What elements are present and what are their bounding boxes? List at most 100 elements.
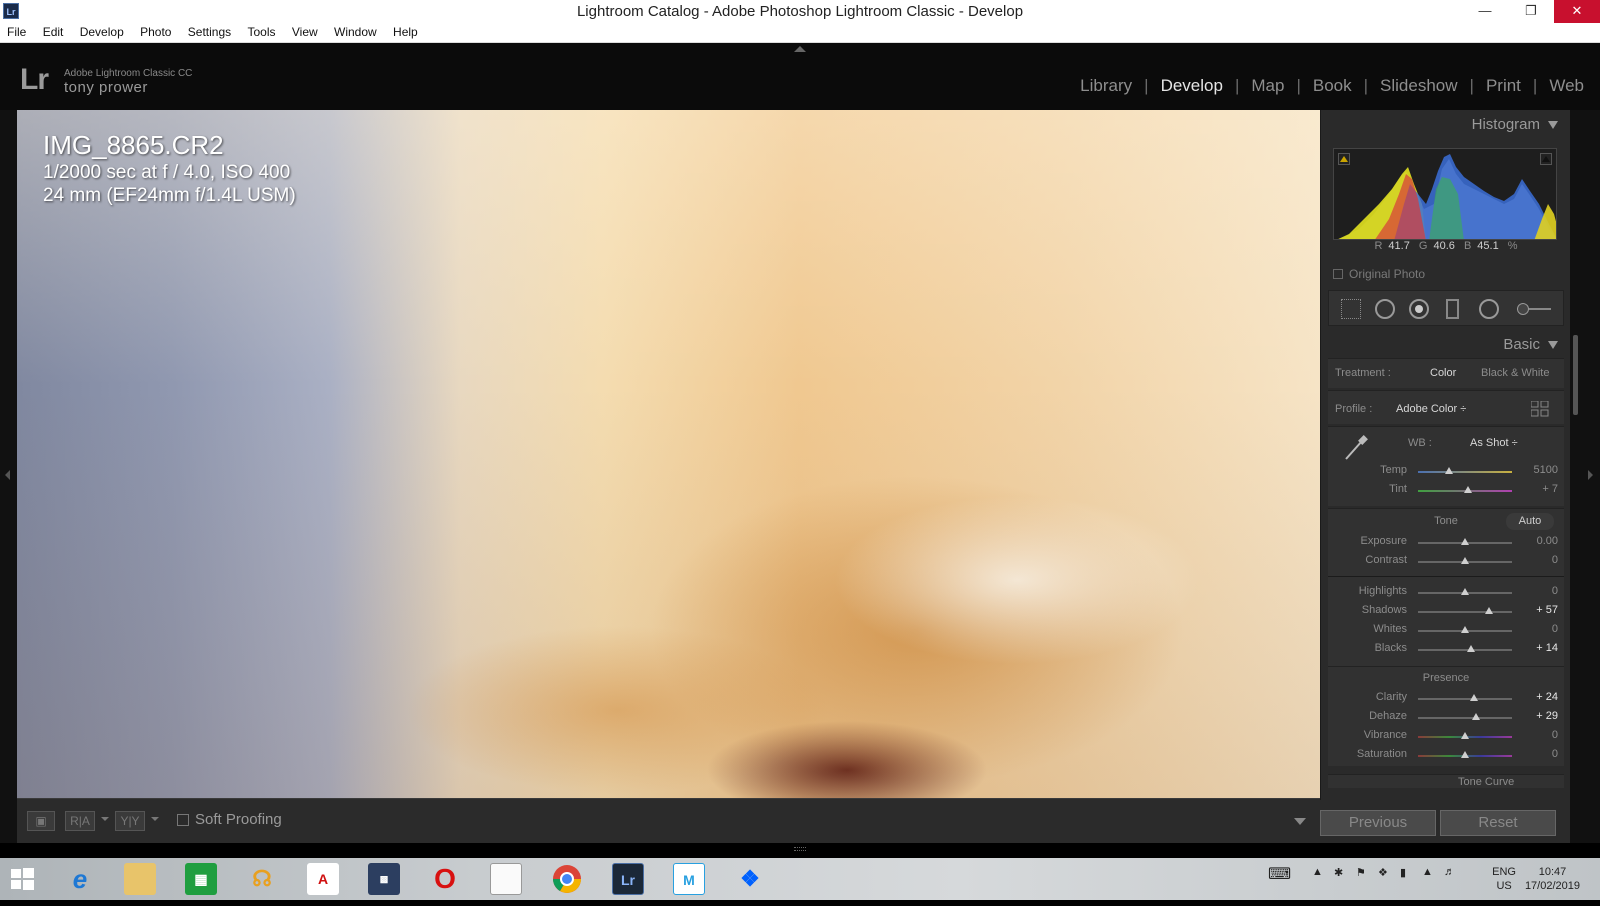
module-book[interactable]: Book — [1313, 76, 1352, 96]
close-icon[interactable]: ✕ — [1554, 0, 1600, 23]
battery-icon[interactable]: ▮ — [1400, 866, 1406, 879]
clarity-thumb[interactable] — [1470, 694, 1479, 701]
dropbox-icon[interactable]: ❖ — [734, 863, 766, 895]
exposure-thumb[interactable] — [1461, 538, 1469, 545]
blacks-thumb[interactable] — [1466, 645, 1475, 652]
adjustment-brush-icon[interactable] — [1517, 303, 1551, 315]
restore-icon[interactable]: ❐ — [1508, 0, 1554, 23]
temp-thumb[interactable] — [1445, 467, 1454, 474]
blacks-slider[interactable]: Blacks + 14 — [1328, 640, 1564, 659]
contrast-slider[interactable]: Contrast 0 — [1328, 552, 1564, 571]
module-web[interactable]: Web — [1549, 76, 1584, 96]
adobe-icon[interactable]: A — [307, 863, 339, 895]
photo-canvas[interactable]: IMG_8865.CR2 1/2000 sec at f / 4.0, ISO … — [17, 110, 1320, 798]
vibrance-thumb[interactable] — [1461, 732, 1469, 739]
profile-browser-icon[interactable] — [1530, 400, 1549, 417]
vibrance-value[interactable]: 0 — [1518, 729, 1558, 741]
shadows-slider[interactable]: Shadows + 57 — [1328, 602, 1564, 621]
shadows-value[interactable]: + 57 — [1518, 604, 1558, 616]
graduated-filter-icon[interactable] — [1446, 299, 1459, 319]
shadow-clipping-icon[interactable] — [1338, 153, 1350, 165]
whites-value[interactable]: 0 — [1518, 623, 1558, 635]
whites-thumb[interactable] — [1461, 626, 1469, 633]
crop-tool-icon[interactable] — [1341, 299, 1361, 319]
dehaze-value[interactable]: + 29 — [1518, 710, 1558, 722]
loupe-view-icon[interactable]: ▣ — [27, 811, 55, 831]
volume-icon[interactable]: ♬ — [1444, 866, 1455, 878]
document-icon[interactable] — [490, 863, 522, 895]
dehaze-slider[interactable]: Dehaze + 29 — [1328, 708, 1564, 727]
previous-button[interactable]: Previous — [1320, 810, 1436, 836]
tint-thumb[interactable] — [1463, 486, 1472, 493]
before-after-icon[interactable]: R|A — [65, 811, 95, 831]
treatment-bw-option[interactable]: Black & White — [1481, 367, 1549, 379]
file-explorer-icon[interactable] — [124, 863, 156, 895]
module-library[interactable]: Library — [1080, 76, 1132, 96]
action-center-flag-icon[interactable]: ⚑ — [1356, 866, 1366, 879]
highlights-thumb[interactable] — [1461, 588, 1469, 595]
histogram-header[interactable]: Histogram — [1472, 116, 1558, 133]
chrome-icon[interactable] — [551, 863, 583, 895]
soft-proofing-checkbox[interactable] — [177, 814, 189, 826]
dehaze-track[interactable] — [1418, 717, 1512, 719]
original-photo-toggle[interactable]: Original Photo — [1333, 267, 1425, 281]
left-panel-collapsed[interactable] — [0, 110, 17, 843]
headphones-app-icon[interactable]: ☊ — [246, 863, 278, 895]
temp-value[interactable]: 5100 — [1518, 464, 1558, 476]
spot-removal-icon[interactable] — [1375, 299, 1395, 319]
dropbox-tray-icon[interactable]: ❖ — [1378, 866, 1388, 879]
exposure-value[interactable]: 0.00 — [1518, 535, 1558, 547]
before-after-dropdown-icon[interactable] — [101, 817, 109, 821]
exposure-slider[interactable]: Exposure 0.00 — [1328, 533, 1564, 552]
highlights-value[interactable]: 0 — [1518, 585, 1558, 597]
menu-window[interactable]: Window — [334, 23, 377, 39]
clarity-slider[interactable]: Clarity + 24 — [1328, 689, 1564, 708]
tint-value[interactable]: + 7 — [1518, 483, 1558, 495]
before-after-split-icon[interactable]: Y|Y — [115, 811, 145, 831]
language-indicator[interactable]: ENG US — [1492, 865, 1516, 893]
toolbar-content-dropdown-icon[interactable] — [1294, 818, 1306, 825]
basic-header[interactable]: Basic — [1503, 336, 1558, 353]
menu-view[interactable]: View — [292, 23, 318, 39]
tint-slider[interactable]: Tint + 7 — [1328, 481, 1564, 500]
whites-slider[interactable]: Whites 0 — [1328, 621, 1564, 640]
histogram-graph[interactable] — [1333, 148, 1557, 240]
blacks-track[interactable] — [1418, 649, 1512, 651]
menu-tools[interactable]: Tools — [248, 23, 276, 39]
m-app-icon[interactable]: M — [673, 863, 705, 895]
module-print[interactable]: Print — [1486, 76, 1521, 96]
menu-develop[interactable]: Develop — [80, 23, 124, 39]
highlight-clipping-icon[interactable] — [1540, 153, 1552, 165]
shadows-track[interactable] — [1418, 611, 1512, 613]
collapse-top-panel-icon[interactable] — [794, 46, 806, 52]
keyboard-icon[interactable]: ⌨ — [1268, 864, 1291, 884]
bluetooth-icon[interactable]: ✱ — [1334, 866, 1343, 879]
collapse-basic-icon[interactable] — [1548, 341, 1558, 350]
radial-filter-icon[interactable] — [1479, 299, 1499, 319]
reset-button[interactable]: Reset — [1440, 810, 1556, 836]
original-photo-checkbox[interactable] — [1333, 269, 1343, 279]
module-develop[interactable]: Develop — [1161, 76, 1223, 96]
blacks-value[interactable]: + 14 — [1518, 642, 1558, 654]
right-panel-scrollbar[interactable] — [1570, 110, 1600, 843]
module-map[interactable]: Map — [1251, 76, 1284, 96]
menu-settings[interactable]: Settings — [188, 23, 231, 39]
module-slideshow[interactable]: Slideshow — [1380, 76, 1458, 96]
temp-slider[interactable]: Temp 5100 — [1328, 462, 1564, 481]
minimize-icon[interactable]: — — [1462, 0, 1508, 23]
profile-dropdown[interactable]: Adobe Color ÷ — [1396, 403, 1466, 415]
lightroom-icon[interactable]: Lr — [612, 863, 644, 895]
tone-curve-header[interactable]: Tone Curve — [1328, 774, 1564, 788]
saturation-thumb[interactable] — [1461, 751, 1469, 758]
opera-icon[interactable]: O — [429, 863, 461, 895]
menu-photo[interactable]: Photo — [140, 23, 171, 39]
temp-track[interactable] — [1418, 471, 1512, 473]
saturation-value[interactable]: 0 — [1518, 748, 1558, 760]
filmstrip-handle[interactable] — [0, 843, 1600, 858]
clarity-value[interactable]: + 24 — [1518, 691, 1558, 703]
shadows-thumb[interactable] — [1485, 607, 1494, 614]
show-hidden-icons-icon[interactable]: ▲ — [1312, 866, 1323, 878]
contrast-value[interactable]: 0 — [1518, 554, 1558, 566]
menu-file[interactable]: File — [7, 23, 26, 39]
lenovo-icon[interactable]: ▩ — [368, 863, 400, 895]
